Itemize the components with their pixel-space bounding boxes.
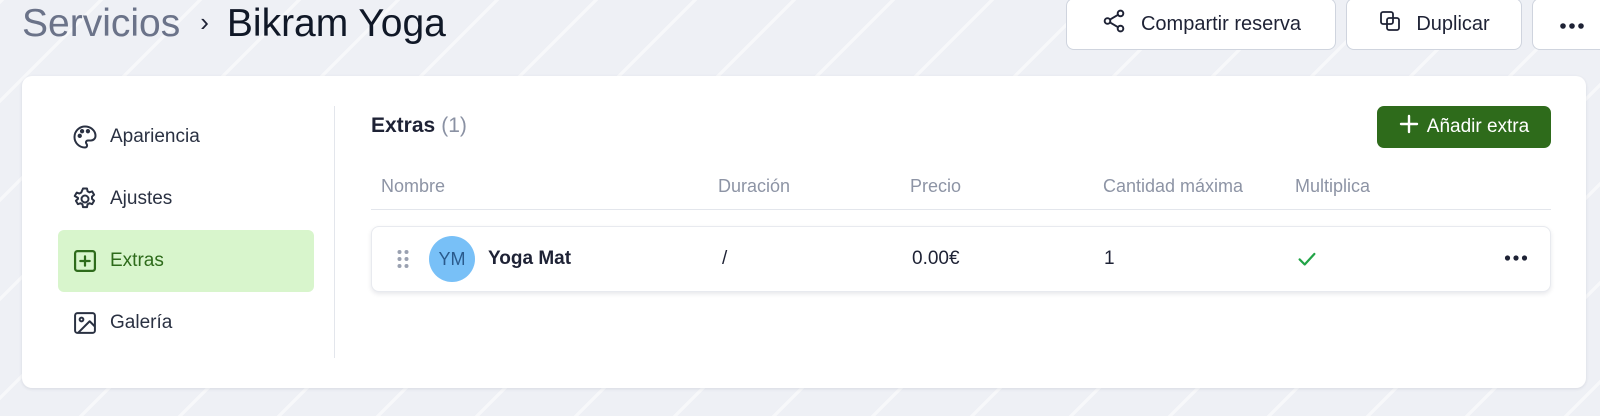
share-booking-button[interactable]: Compartir reserva <box>1066 0 1336 50</box>
column-header-cantidad-maxima[interactable]: Cantidad máxima <box>1103 176 1243 197</box>
settings-sidebar: Apariencia Ajustes Extras Galería <box>58 106 314 354</box>
extras-title: Extras (1) <box>371 114 467 138</box>
extras-table-header: Nombre Duración Precio Cantidad máxima M… <box>371 162 1551 210</box>
column-header-nombre[interactable]: Nombre <box>381 176 445 197</box>
column-header-precio[interactable]: Precio <box>910 176 961 197</box>
extra-name: Yoga Mat <box>488 248 572 269</box>
sidebar-item-galeria[interactable]: Galería <box>58 292 314 354</box>
sidebar-item-apariencia[interactable]: Apariencia <box>58 106 314 168</box>
extras-title-text: Extras <box>371 114 436 137</box>
palette-icon <box>70 122 100 152</box>
extra-price: 0.00€ <box>912 248 960 269</box>
breadcrumb-separator: › <box>200 6 209 37</box>
plus-square-icon <box>70 246 100 276</box>
duplicate-button[interactable]: Duplicar <box>1346 0 1522 50</box>
plus-icon <box>1399 114 1419 140</box>
sidebar-divider <box>334 106 335 358</box>
column-header-duracion[interactable]: Duración <box>718 176 790 197</box>
page-title: Bikram Yoga <box>226 2 446 45</box>
column-header-multiplica[interactable]: Multiplica <box>1295 176 1370 197</box>
add-extra-button[interactable]: Añadir extra <box>1377 106 1551 148</box>
sidebar-item-ajustes[interactable]: Ajustes <box>58 168 314 230</box>
sidebar-item-extras[interactable]: Extras <box>58 230 314 292</box>
page-header: Servicios › Bikram Yoga Compartir reserv… <box>0 0 1600 56</box>
sidebar-item-label: Extras <box>110 250 164 271</box>
share-icon <box>1101 8 1127 40</box>
table-row[interactable]: YM Yoga Mat / 0.00€ 1 <box>371 226 1551 292</box>
row-more-actions-icon[interactable] <box>1504 249 1528 267</box>
avatar: YM <box>429 236 475 282</box>
more-horizontal-icon <box>1559 13 1585 36</box>
share-booking-label: Compartir reserva <box>1140 12 1302 35</box>
sidebar-item-label: Apariencia <box>110 126 200 147</box>
sidebar-item-label: Ajustes <box>110 188 173 209</box>
add-extra-label: Añadir extra <box>1426 116 1530 137</box>
extra-duration: / <box>722 248 728 269</box>
extras-count: (1) <box>441 114 467 137</box>
service-settings-card: Apariencia Ajustes Extras Galería Extras… <box>22 76 1586 388</box>
extra-max-quantity: 1 <box>1104 248 1115 269</box>
more-actions-button[interactable] <box>1532 0 1600 50</box>
breadcrumb: Servicios › Bikram Yoga <box>22 0 446 48</box>
gear-icon <box>70 184 100 214</box>
sidebar-item-label: Galería <box>110 312 173 333</box>
breadcrumb-root-link[interactable]: Servicios <box>22 2 180 46</box>
image-icon <box>70 308 100 338</box>
duplicate-icon <box>1378 9 1402 39</box>
duplicate-label: Duplicar <box>1416 12 1490 35</box>
drag-handle-icon[interactable] <box>396 249 410 274</box>
checkmark-icon <box>1296 227 1318 291</box>
